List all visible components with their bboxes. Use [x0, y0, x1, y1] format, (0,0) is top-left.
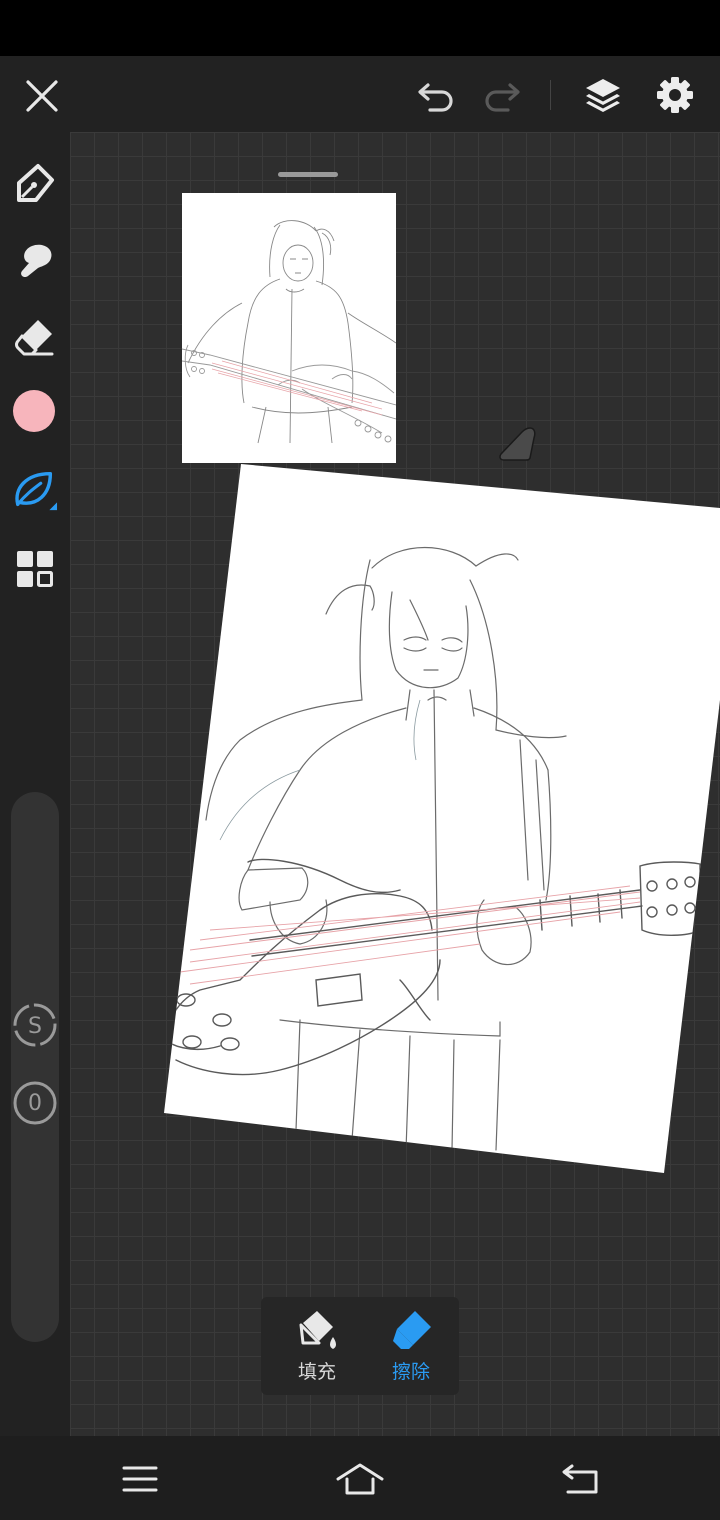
nav-home-button[interactable]: [330, 1454, 390, 1504]
smudge-tool-button[interactable]: [12, 238, 58, 284]
reference-resize-handle[interactable]: [496, 424, 538, 464]
redo-icon: [485, 83, 520, 112]
layers-icon: [586, 79, 620, 112]
leaf-brush-icon: [15, 471, 58, 511]
toolbar-divider: [550, 80, 551, 110]
close-button[interactable]: [20, 74, 64, 118]
nav-menu-button[interactable]: [110, 1454, 170, 1504]
pen-tool-button[interactable]: [12, 160, 58, 206]
home-icon: [336, 1463, 384, 1495]
brush-color-swatch[interactable]: [13, 390, 55, 432]
reference-drag-handle[interactable]: [278, 172, 338, 177]
menu-icon: [122, 1466, 158, 1492]
gear-icon: [657, 77, 693, 113]
smudge-icon: [21, 244, 52, 278]
size-stabilizer-button[interactable]: S: [12, 1002, 58, 1048]
nav-back-button[interactable]: [550, 1454, 610, 1504]
eraser-icon: [393, 1311, 431, 1349]
brush-tool-button[interactable]: [12, 466, 58, 512]
fill-option-button[interactable]: 填充: [269, 1297, 365, 1395]
size-label: S: [28, 1014, 42, 1039]
fill-label: 填充: [297, 1361, 336, 1383]
back-icon: [562, 1464, 598, 1494]
materials-button[interactable]: [12, 546, 58, 592]
paint-bucket-icon: [299, 1311, 336, 1349]
size-dial-icon: S: [13, 1003, 57, 1047]
pen-nib-icon: [17, 164, 54, 202]
fill-erase-popup: 填充 擦除: [261, 1297, 459, 1395]
erase-label: 擦除: [391, 1361, 430, 1383]
brush-slider-track[interactable]: [11, 792, 59, 1342]
grid-icon: [17, 551, 53, 587]
undo-icon: [418, 83, 453, 112]
drawing-page[interactable]: [164, 464, 720, 1173]
status-bar: [0, 0, 720, 56]
reference-sketch-image: [182, 220, 396, 444]
eraser-tool-button[interactable]: [12, 314, 58, 360]
settings-button[interactable]: [652, 72, 698, 118]
opacity-value: 0: [28, 1090, 42, 1116]
redo-button[interactable]: [480, 74, 524, 118]
resize-corner-icon: [499, 427, 536, 461]
layers-button[interactable]: [580, 72, 626, 118]
opacity-button[interactable]: 0: [12, 1080, 58, 1126]
undo-button[interactable]: [414, 74, 458, 118]
close-icon: [26, 80, 58, 112]
erase-option-button[interactable]: 擦除: [363, 1297, 459, 1395]
reference-image-window[interactable]: [182, 193, 396, 463]
eraser-icon: [15, 320, 54, 356]
